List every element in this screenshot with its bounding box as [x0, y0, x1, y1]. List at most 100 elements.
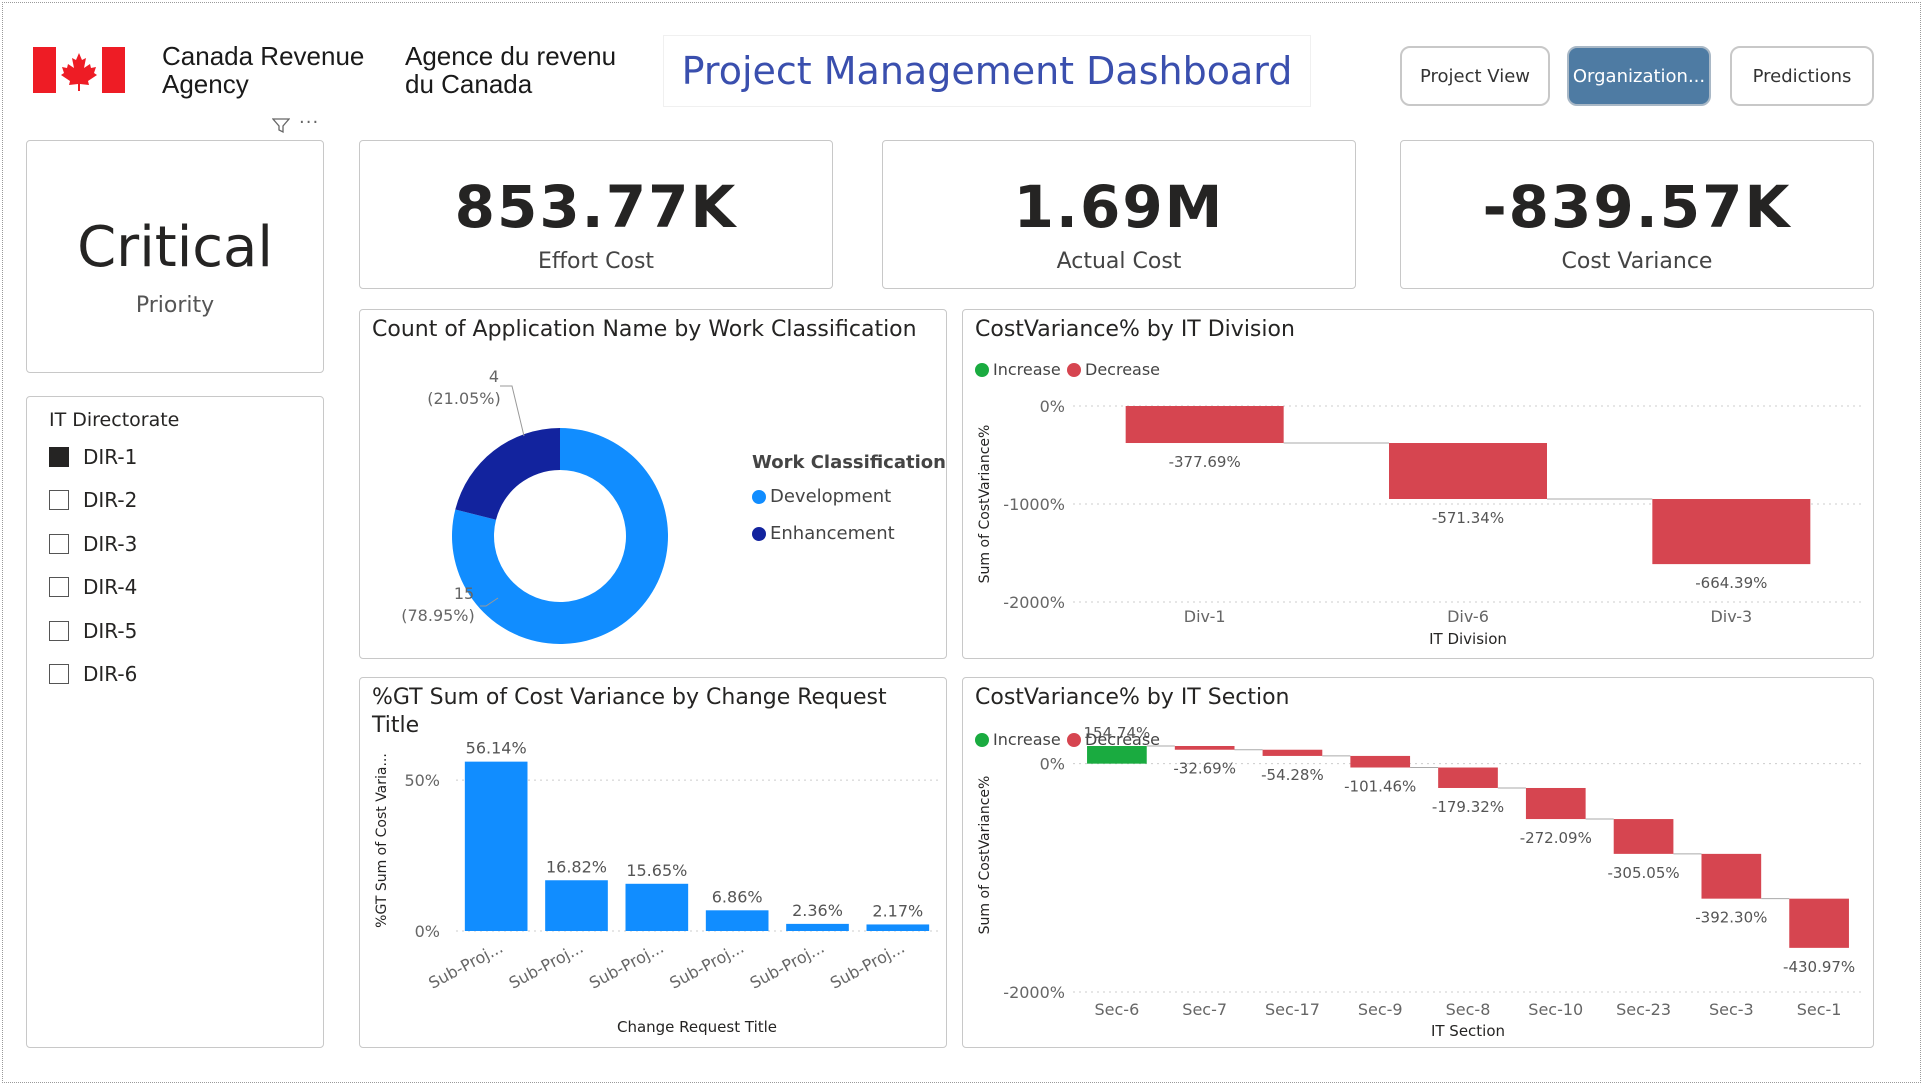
x-axis-title: IT Section: [1431, 1022, 1505, 1040]
x-axis-title: IT Division: [1429, 630, 1507, 648]
kpi-value: 853.77K: [454, 173, 738, 241]
data-label: -392.30%: [1695, 909, 1767, 927]
canada-flag-icon: [33, 47, 125, 93]
y-axis-title: Sum of CostVariance%: [977, 425, 993, 584]
bar: [786, 923, 849, 931]
data-label: -377.69%: [1169, 453, 1241, 471]
waterfall-bar: [1789, 898, 1849, 948]
data-label: -571.34%: [1432, 509, 1504, 527]
x-tick-label: Div-1: [1184, 607, 1226, 626]
donut-chart: 15 (78.95%) 4 (21.05%): [401, 367, 668, 644]
slicer-item-dir-6[interactable]: DIR-6: [49, 662, 137, 686]
kpi-card-cost-variance: -839.57K Cost Variance: [1400, 140, 1874, 289]
bar: [705, 910, 769, 931]
checkbox[interactable]: [49, 490, 69, 510]
x-tick-label: Sub-Proj...: [506, 938, 587, 993]
slicer-item-label: DIR-3: [83, 532, 138, 556]
x-tick-label: Sec-17: [1265, 1000, 1320, 1019]
y-tick-label: -2000%: [1003, 983, 1065, 1002]
x-tick-label: Sec-23: [1616, 1000, 1671, 1019]
legend-label: Development: [770, 486, 892, 507]
x-tick-label: Sec-7: [1182, 1000, 1227, 1019]
slicer-item-dir-4[interactable]: DIR-4: [49, 575, 137, 599]
slicer-item-dir-5[interactable]: DIR-5: [49, 619, 137, 643]
x-axis-title: Change Request Title: [617, 1018, 777, 1036]
bar: [545, 880, 608, 931]
x-tick-label: Div-6: [1447, 607, 1489, 626]
data-label: 15: [454, 584, 474, 603]
organization-button[interactable]: Organization...: [1567, 46, 1711, 106]
checkbox[interactable]: [49, 664, 69, 684]
data-label: -179.32%: [1432, 798, 1504, 816]
legend-item-development[interactable]: Development: [752, 486, 891, 507]
division-waterfall-chart: 0% -1000% -2000% -377.69% Div-1 -571.34% Div-6…: [977, 397, 1863, 648]
x-tick-label: Sub-Proj...: [586, 938, 667, 993]
y-axis-title: Sum of CostVariance%: [977, 776, 993, 935]
y-tick-label: 0%: [1040, 397, 1065, 416]
x-tick-label: Sec-10: [1528, 1000, 1583, 1019]
kpi-card-actual-cost: 1.69M Actual Cost: [882, 140, 1356, 289]
kpi-label: Cost Variance: [1561, 249, 1713, 274]
data-label: (21.05%): [427, 389, 501, 408]
change-request-chart-card: %GT Sum of Cost Variance by Change Reque…: [359, 677, 947, 1048]
predictions-button[interactable]: Predictions: [1730, 46, 1874, 106]
checkbox[interactable]: [49, 621, 69, 641]
slicer-item-dir-1[interactable]: DIR-1: [49, 445, 137, 469]
slicer-item-label: DIR-5: [83, 619, 138, 643]
bar: [464, 761, 528, 931]
data-label: -272.09%: [1520, 829, 1592, 847]
project-view-button[interactable]: Project View: [1400, 46, 1550, 106]
priority-card: Critical Priority: [26, 140, 324, 373]
x-tick-label: Sec-9: [1358, 1000, 1403, 1019]
checkbox[interactable]: [49, 534, 69, 554]
x-tick-label: Div-3: [1710, 607, 1752, 626]
x-tick-label: Sub-Proj...: [747, 938, 828, 993]
filter-icon[interactable]: [272, 118, 290, 134]
slicer-item-dir-3[interactable]: DIR-3: [49, 532, 137, 556]
y-tick-label: -2000%: [1003, 593, 1065, 612]
change-request-bar-chart: 0% 50% 56.14% Sub-Proj... 16.82% Sub-Proj... 1…: [374, 739, 938, 1036]
data-label: 56.14%: [466, 739, 527, 758]
waterfall-bar: [1701, 853, 1762, 899]
data-label: 2.36%: [792, 901, 843, 920]
data-label: -305.05%: [1607, 864, 1679, 882]
data-label: -430.97%: [1783, 958, 1855, 976]
waterfall-bar: [1652, 499, 1811, 565]
leader-line: [500, 385, 525, 437]
data-label: -54.28%: [1261, 766, 1324, 784]
x-tick-label: Sec-1: [1797, 1000, 1842, 1019]
x-tick-label: Sub-Proj...: [425, 938, 506, 993]
y-tick-label: 50%: [404, 771, 440, 790]
data-label: 154.74%: [1084, 724, 1151, 742]
kpi-value: -839.57K: [1482, 173, 1792, 241]
data-label: 16.82%: [546, 857, 607, 876]
x-tick-label: Sub-Proj...: [827, 938, 908, 993]
slicer-title: IT Directorate: [49, 409, 180, 431]
section-waterfall-card: CostVariance% by IT Section Increase Dec…: [962, 677, 1874, 1048]
donut-chart-card: Count of Application Name by Work Classi…: [359, 309, 947, 659]
waterfall-bar: [1525, 787, 1586, 820]
x-tick-label: Sub-Proj...: [666, 938, 747, 993]
y-tick-label: 0%: [415, 922, 440, 941]
agency-name-en: Canada Revenue Agency: [162, 41, 365, 99]
bar: [866, 924, 930, 931]
kpi-label: Actual Cost: [1056, 249, 1182, 274]
slicer-item-dir-2[interactable]: DIR-2: [49, 488, 137, 512]
waterfall-bar: [1389, 443, 1547, 500]
checkbox[interactable]: [49, 447, 69, 467]
data-label: 6.86%: [712, 887, 763, 906]
waterfall-bar: [1087, 746, 1147, 764]
section-waterfall-chart: 0% -2000% 154.74% Sec-6 -32.69% Sec-7 -54.28% S…: [977, 724, 1863, 1040]
checkbox[interactable]: [49, 577, 69, 597]
y-tick-label: -1000%: [1003, 495, 1065, 514]
data-label: -664.39%: [1695, 574, 1767, 592]
waterfall-bar: [1125, 406, 1284, 444]
legend-item-enhancement[interactable]: Enhancement: [752, 523, 895, 544]
waterfall-bar: [1262, 749, 1323, 756]
priority-value: Critical: [77, 215, 273, 280]
y-tick-label: 0%: [1040, 755, 1065, 774]
more-options-icon[interactable]: ···: [299, 112, 319, 133]
waterfall-bar: [1174, 746, 1235, 750]
donut-legend-title: Work Classification: [752, 452, 946, 473]
x-tick-label: Sec-6: [1095, 1000, 1140, 1019]
